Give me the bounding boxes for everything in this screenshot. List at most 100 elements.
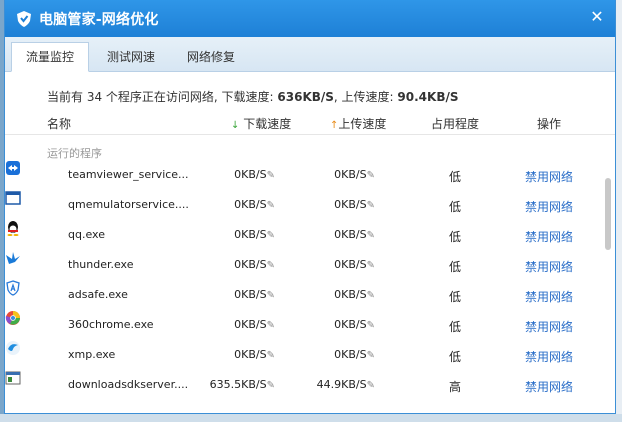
window-icon bbox=[5, 191, 21, 205]
xmp-icon bbox=[6, 341, 20, 355]
adsafe-icon bbox=[6, 280, 20, 296]
summary-upload-speed: 90.4KB/S bbox=[397, 90, 459, 104]
program-name: downloadsdkserver.... bbox=[68, 378, 189, 391]
column-download[interactable]: ↓ 下载速度 bbox=[231, 115, 291, 132]
download-speed: 635.5KB/S✎ bbox=[209, 378, 275, 391]
table-row: thunder.exe 0KB/S✎ 0KB/S✎ 低 禁用网络 bbox=[5, 250, 605, 280]
title-bar[interactable]: 电脑管家-网络优化 ✕ bbox=[5, 0, 615, 37]
column-upload[interactable]: ↑上传速度 bbox=[330, 115, 386, 132]
edit-limit-icon[interactable]: ✎ bbox=[367, 260, 375, 271]
upload-speed: 44.9KB/S✎ bbox=[316, 378, 375, 391]
program-name: qmemulatorservice.... bbox=[68, 198, 189, 211]
edit-limit-icon[interactable]: ✎ bbox=[367, 320, 375, 331]
scrollbar-thumb[interactable] bbox=[605, 178, 611, 250]
usage-level: 低 bbox=[449, 320, 462, 334]
edit-limit-icon[interactable]: ✎ bbox=[267, 380, 275, 391]
program-list: teamviewer_service... 0KB/S✎ 0KB/S✎ 低 禁用… bbox=[5, 160, 605, 400]
program-name: thunder.exe bbox=[68, 258, 134, 271]
edit-limit-icon[interactable]: ✎ bbox=[267, 260, 275, 271]
column-name[interactable]: 名称 bbox=[47, 115, 71, 132]
edit-limit-icon[interactable]: ✎ bbox=[267, 230, 275, 241]
program-name: adsafe.exe bbox=[68, 288, 128, 301]
disable-network-link[interactable]: 禁用网络 bbox=[525, 288, 573, 305]
upload-speed: 0KB/S✎ bbox=[334, 288, 375, 301]
edit-limit-icon[interactable]: ✎ bbox=[367, 200, 375, 211]
column-download-label: 下载速度 bbox=[243, 117, 292, 131]
table-row: downloadsdkserver.... 635.5KB/S✎ 44.9KB/… bbox=[5, 370, 605, 400]
program-name: 360chrome.exe bbox=[68, 318, 154, 331]
edit-limit-icon[interactable]: ✎ bbox=[267, 320, 275, 331]
tab-network-repair[interactable]: 网络修复 bbox=[173, 43, 249, 71]
table-row: teamviewer_service... 0KB/S✎ 0KB/S✎ 低 禁用… bbox=[5, 160, 605, 190]
download-speed: 0KB/S✎ bbox=[234, 228, 275, 241]
download-speed: 0KB/S✎ bbox=[234, 288, 275, 301]
chrome-360-icon bbox=[5, 311, 20, 325]
download-arrow-icon: ↓ bbox=[231, 120, 240, 131]
program-name: xmp.exe bbox=[68, 348, 116, 361]
table-row: qmemulatorservice.... 0KB/S✎ 0KB/S✎ 低 禁用… bbox=[5, 190, 605, 220]
disable-network-link[interactable]: 禁用网络 bbox=[525, 378, 573, 395]
tab-speed-test[interactable]: 测试网速 bbox=[93, 43, 169, 71]
usage-level: 低 bbox=[449, 350, 462, 364]
download-speed: 0KB/S✎ bbox=[234, 318, 275, 331]
column-upload-label: 上传速度 bbox=[338, 117, 387, 131]
disable-network-link[interactable]: 禁用网络 bbox=[525, 168, 573, 185]
summary-download-speed: 636KB/S bbox=[277, 90, 334, 104]
downloadsdk-icon bbox=[5, 371, 21, 385]
edit-limit-icon[interactable]: ✎ bbox=[267, 200, 275, 211]
edit-limit-icon[interactable]: ✎ bbox=[267, 290, 275, 301]
program-name: qq.exe bbox=[68, 228, 105, 241]
disable-network-link[interactable]: 禁用网络 bbox=[525, 258, 573, 275]
upload-speed: 0KB/S✎ bbox=[334, 228, 375, 241]
usage-level: 低 bbox=[449, 230, 462, 244]
download-speed: 0KB/S✎ bbox=[234, 348, 275, 361]
table-header: 名称 ↓ 下载速度 ↑上传速度 占用程度 操作 bbox=[5, 112, 615, 135]
upload-speed: 0KB/S✎ bbox=[334, 348, 375, 361]
disable-network-link[interactable]: 禁用网络 bbox=[525, 228, 573, 245]
section-running-programs: 运行的程序 bbox=[47, 147, 102, 160]
close-button[interactable]: ✕ bbox=[589, 9, 605, 25]
summary-prefix: 当前有 34 个程序正在访问网络, 下载速度: bbox=[47, 90, 278, 104]
download-speed: 0KB/S✎ bbox=[234, 168, 275, 181]
upload-speed: 0KB/S✎ bbox=[334, 168, 375, 181]
usage-level: 低 bbox=[449, 290, 462, 304]
edit-limit-icon[interactable]: ✎ bbox=[367, 230, 375, 241]
disable-network-link[interactable]: 禁用网络 bbox=[525, 198, 573, 215]
edit-limit-icon[interactable]: ✎ bbox=[367, 290, 375, 301]
table-row: 360chrome.exe 0KB/S✎ 0KB/S✎ 低 禁用网络 bbox=[5, 310, 605, 340]
usage-level: 低 bbox=[449, 200, 462, 214]
tab-traffic-monitor[interactable]: 流量监控 bbox=[11, 42, 90, 72]
background-strip-right bbox=[616, 0, 622, 422]
background-strip-bottom bbox=[0, 414, 622, 422]
edit-limit-icon[interactable]: ✎ bbox=[367, 350, 375, 361]
table-row: adsafe.exe 0KB/S✎ 0KB/S✎ 低 禁用网络 bbox=[5, 280, 605, 310]
disable-network-link[interactable]: 禁用网络 bbox=[525, 348, 573, 365]
usage-level: 低 bbox=[449, 260, 462, 274]
tab-bar: 流量监控 测试网速 网络修复 bbox=[5, 37, 615, 72]
network-optimizer-window: 电脑管家-网络优化 ✕ 流量监控 测试网速 网络修复 当前有 34 个程序正在访… bbox=[4, 0, 616, 414]
table-row: xmp.exe 0KB/S✎ 0KB/S✎ 低 禁用网络 bbox=[5, 340, 605, 370]
edit-limit-icon[interactable]: ✎ bbox=[367, 380, 375, 391]
edit-limit-icon[interactable]: ✎ bbox=[367, 170, 375, 181]
column-usage[interactable]: 占用程度 bbox=[431, 115, 479, 132]
traffic-summary: 当前有 34 个程序正在访问网络, 下载速度: 636KB/S, 上传速度: 9… bbox=[47, 88, 459, 105]
download-speed: 0KB/S✎ bbox=[234, 198, 275, 211]
thunder-icon bbox=[6, 252, 20, 264]
teamviewer-icon bbox=[6, 161, 20, 175]
edit-limit-icon[interactable]: ✎ bbox=[267, 170, 275, 181]
usage-level: 高 bbox=[449, 380, 462, 394]
edit-limit-icon[interactable]: ✎ bbox=[267, 350, 275, 361]
upload-speed: 0KB/S✎ bbox=[334, 258, 375, 271]
upload-speed: 0KB/S✎ bbox=[334, 318, 375, 331]
qq-icon bbox=[7, 221, 19, 236]
usage-level: 低 bbox=[449, 170, 462, 184]
summary-middle: , 上传速度: bbox=[333, 90, 398, 104]
program-name: teamviewer_service... bbox=[68, 168, 189, 181]
upload-speed: 0KB/S✎ bbox=[334, 198, 375, 211]
window-title: 电脑管家-网络优化 bbox=[39, 11, 159, 28]
disable-network-link[interactable]: 禁用网络 bbox=[525, 318, 573, 335]
table-row: qq.exe 0KB/S✎ 0KB/S✎ 低 禁用网络 bbox=[5, 220, 605, 250]
download-speed: 0KB/S✎ bbox=[234, 258, 275, 271]
pc-manager-shield-icon bbox=[17, 10, 31, 27]
column-operation: 操作 bbox=[537, 117, 562, 131]
